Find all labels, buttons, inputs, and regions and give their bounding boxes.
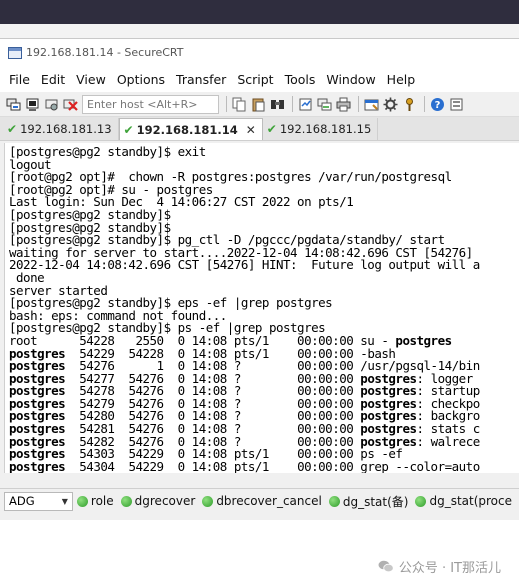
desktop-top-band: [0, 0, 519, 24]
tab-label: 192.168.181.13: [20, 122, 112, 136]
terminal-line: 2022-12-04 14:08:42.696 CST [54276] HINT…: [9, 259, 519, 272]
app-icon: [8, 46, 22, 59]
paste-icon[interactable]: [251, 97, 266, 112]
session-options-icon[interactable]: [364, 97, 379, 112]
dgrecover-button[interactable]: dgrecover: [120, 494, 196, 508]
connected-check-icon: ✔: [7, 122, 18, 136]
button-label: dg_stat(proce: [429, 494, 512, 508]
button-label: dgrecover: [134, 494, 196, 508]
terminal-output: [postgres@pg2 standby]$ exit logout [root@…: [5, 143, 519, 473]
role-button[interactable]: role: [76, 494, 114, 508]
menu-options[interactable]: Options: [117, 72, 165, 87]
help-icon[interactable]: ?: [430, 97, 445, 112]
terminal-text: postgres: [395, 332, 452, 348]
session-tab-bar: ✔ 192.168.181.13 ✔ 192.168.181.14 ✕ ✔ 19…: [0, 117, 519, 141]
terminal-line: [postgres@pg2 standby]$ exit: [9, 145, 519, 159]
desktop-gap: [0, 24, 519, 38]
connect-icon[interactable]: [6, 97, 21, 112]
chevron-down-icon: ▼: [61, 496, 68, 506]
find-icon[interactable]: [270, 97, 285, 112]
terminal-view[interactable]: [postgres@pg2 standby]$ exit logout [root@…: [4, 143, 519, 473]
green-button-icon: [76, 495, 88, 507]
quick-connect-icon[interactable]: [25, 97, 40, 112]
connected-check-icon: ✔: [123, 122, 134, 137]
securecrt-window: 192.168.181.14 - SecureCRT File Edit Vie…: [0, 38, 519, 520]
title-bar: 192.168.181.14 - SecureCRT: [0, 39, 519, 66]
window-title: 192.168.181.14 - SecureCRT: [26, 46, 184, 59]
keymap-icon[interactable]: [402, 97, 417, 112]
button-label: dbrecover_cancel: [216, 494, 322, 508]
sftp-icon[interactable]: [317, 97, 332, 112]
global-options-icon[interactable]: [383, 97, 398, 112]
close-icon[interactable]: ✕: [246, 123, 256, 137]
connected-check-icon: ✔: [266, 122, 277, 136]
green-button-icon: [202, 495, 214, 507]
tab-label: 192.168.181.14: [136, 122, 238, 137]
button-bar: ADG ▼ role dgrecover dbrecover_cancel dg…: [0, 488, 519, 513]
toolbar-separator: [358, 96, 359, 112]
dbrecover-cancel-button[interactable]: dbrecover_cancel: [202, 494, 322, 508]
menu-help[interactable]: Help: [387, 72, 416, 87]
terminal-text: [postgres@pg2 standby]$: [9, 471, 178, 474]
button-label: role: [90, 494, 114, 508]
svg-text:?: ?: [435, 100, 441, 111]
terminal-text: : walrece: [416, 433, 481, 449]
button-bar-select[interactable]: ADG ▼: [4, 491, 73, 511]
menu-view[interactable]: View: [76, 72, 106, 87]
host-input[interactable]: Enter host <Alt+R>: [82, 94, 219, 114]
green-button-icon: [328, 495, 340, 507]
terminal-text: 2022-12-04 14:08:42.696 CST [54276] HINT…: [9, 257, 480, 273]
tab-session-14[interactable]: ✔ 192.168.181.14 ✕: [118, 118, 263, 140]
menu-window[interactable]: Window: [326, 72, 375, 87]
print-icon[interactable]: [336, 97, 351, 112]
tab-label: 192.168.181.15: [279, 122, 372, 136]
page-footer: 公众号 · IT那活儿: [0, 520, 519, 579]
menu-script[interactable]: Script: [237, 72, 273, 87]
watermark-text: 公众号 · IT那活儿: [398, 561, 501, 576]
wechat-icon: [378, 560, 394, 573]
tab-session-13[interactable]: ✔ 192.168.181.13: [3, 118, 119, 140]
menu-edit[interactable]: Edit: [41, 72, 65, 87]
dg-stat-process-button[interactable]: dg_stat(proce: [415, 494, 512, 508]
disconnect-icon[interactable]: [63, 97, 78, 112]
button-bar-selected: ADG: [9, 494, 35, 508]
watermark: 公众号 · IT那活儿: [378, 557, 501, 576]
menu-file[interactable]: File: [9, 72, 30, 87]
button-label: dg_stat(备): [342, 494, 409, 509]
menu-bar: File Edit View Options Transfer Script T…: [0, 66, 519, 92]
log-session-icon[interactable]: [298, 97, 313, 112]
toolbar-separator: [424, 96, 425, 112]
tab-session-15[interactable]: ✔ 192.168.181.15: [263, 118, 379, 140]
green-button-icon: [415, 495, 427, 507]
toolbar-separator: [292, 96, 293, 112]
reconnect-icon[interactable]: [44, 97, 59, 112]
menu-tools[interactable]: Tools: [285, 72, 316, 87]
toolbar-separator: [226, 96, 227, 112]
toolbar: Enter host <Alt+R> ?: [0, 92, 519, 117]
copy-icon[interactable]: [232, 97, 247, 112]
dg-stat-standby-button[interactable]: dg_stat(备): [328, 493, 409, 510]
menu-transfer[interactable]: Transfer: [176, 72, 226, 87]
about-icon[interactable]: [449, 97, 464, 112]
green-button-icon: [120, 495, 132, 507]
